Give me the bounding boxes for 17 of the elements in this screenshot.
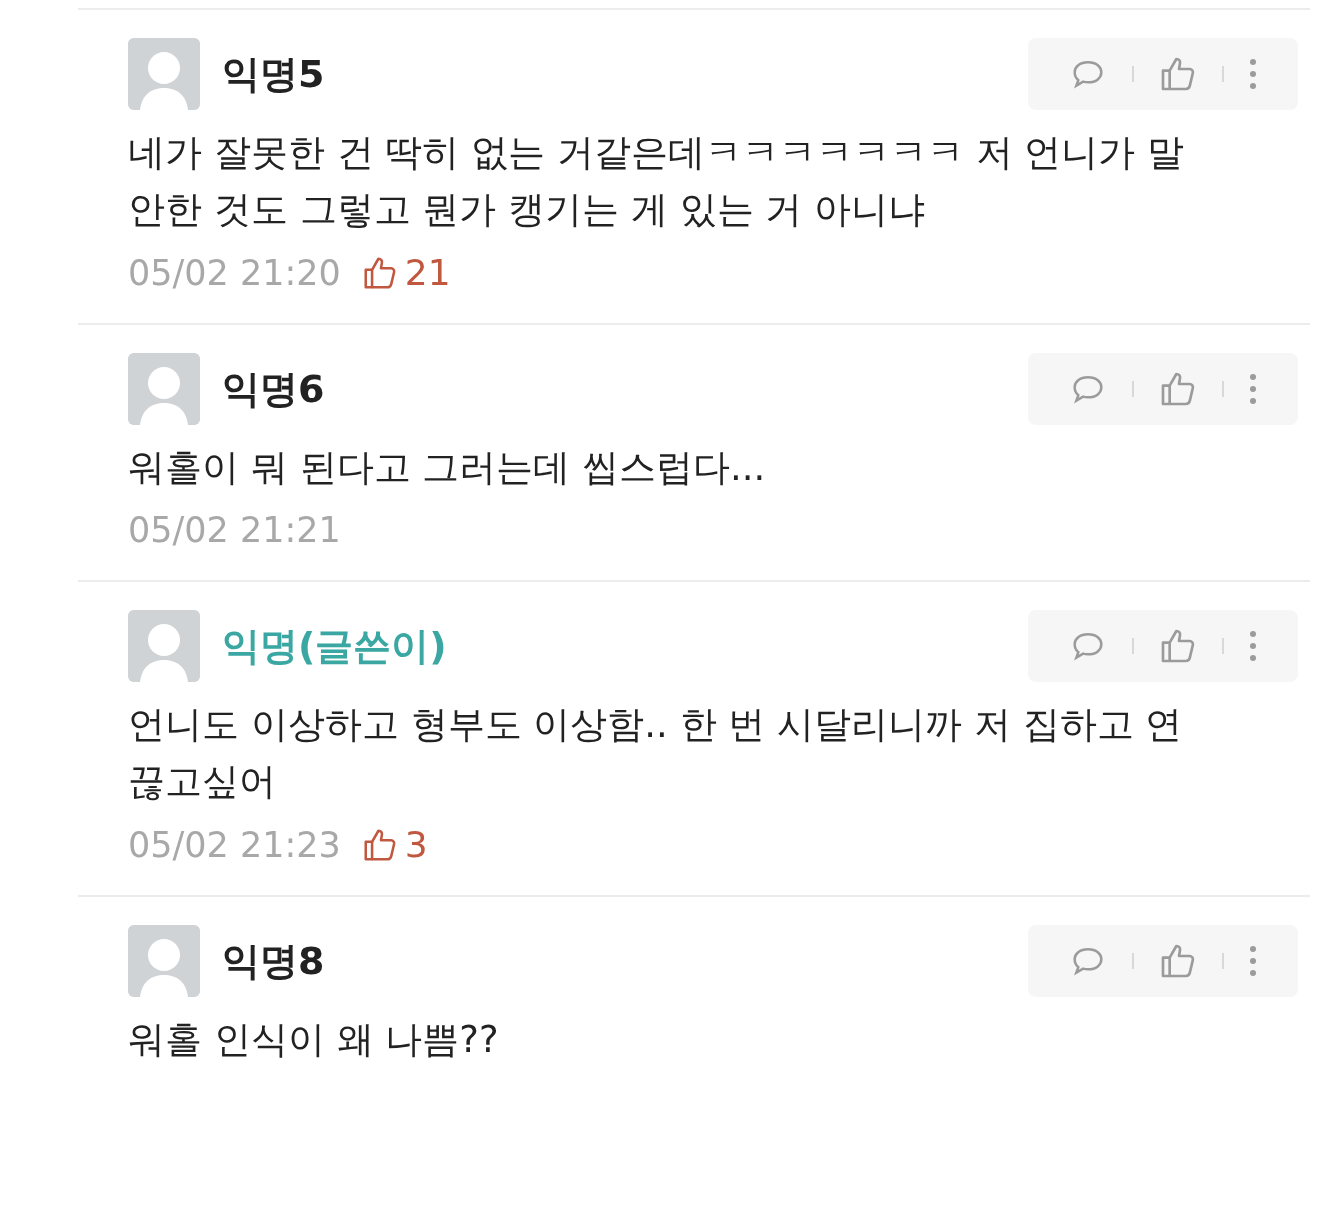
timestamp: 05/02 21:20 xyxy=(128,252,341,293)
author-name: 익명8 xyxy=(222,937,326,985)
avatar-icon xyxy=(128,353,200,425)
comment-text: 워홀 인식이 왜 나쁨?? xyxy=(128,1017,500,1063)
avatar-icon xyxy=(128,38,200,110)
timestamp: 05/02 21:21 xyxy=(128,510,341,550)
avatar-icon xyxy=(128,925,200,997)
comment-text: 언니도 이상하고 형부도 이상함.. 한 번 시달리니까 저 집하고 연 끊고싶어 xyxy=(128,702,1184,805)
like-count: 3 xyxy=(404,824,428,865)
timestamp: 05/02 21:23 xyxy=(128,824,341,865)
like-count: 21 xyxy=(404,252,451,293)
author-name: 익명5 xyxy=(222,50,326,98)
avatar-icon xyxy=(128,610,200,682)
comment-text: 워홀이 뭐 된다고 그러는데 씹스럽다... xyxy=(128,445,767,491)
comment-text: 네가 잘못한 건 딱히 없는 거같은데ㅋㅋㅋㅋㅋㅋㅋ 저 언니가 말 안한 것도 그렇고 뭔가 캥기는 게 있는 거 아니냐 xyxy=(128,130,1186,233)
author-name: 익명6 xyxy=(222,365,326,413)
author-name: 익명(글쓴이) xyxy=(222,622,448,670)
